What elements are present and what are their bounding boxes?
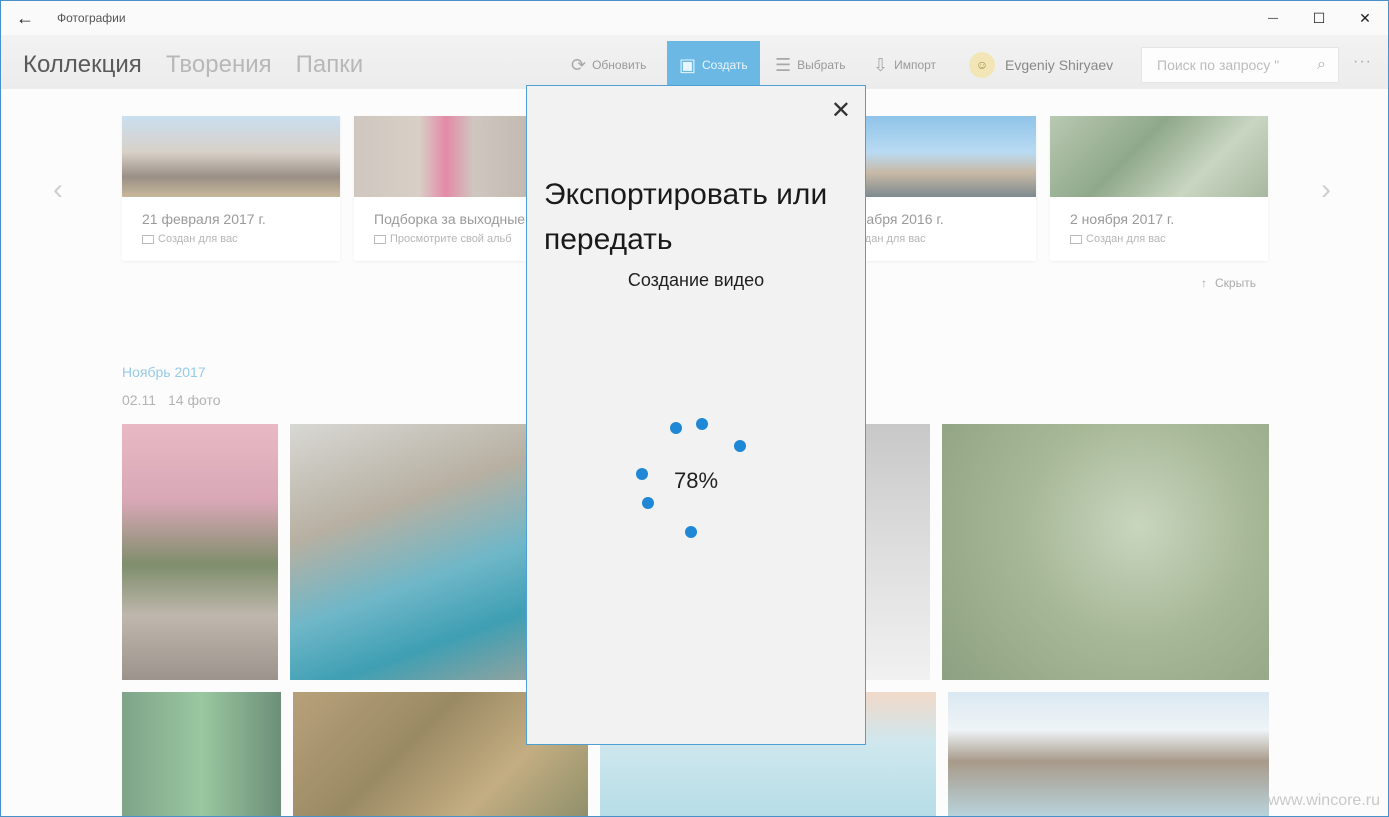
spinner-dot [734,440,746,452]
date-group-header: 02.11 14 фото [122,392,221,408]
arrow-up-icon: ↑ [1201,276,1207,290]
search-input[interactable]: Поиск по запросу " ⌕ [1141,47,1339,83]
minimize-button[interactable]: — [1250,1,1296,35]
album-subtitle-text: Создан для вас [1086,233,1166,245]
close-icon: ✕ [1359,9,1371,26]
search-icon[interactable]: ⌕ [1317,56,1326,74]
close-dialog-icon[interactable]: ✕ [831,96,851,125]
album-icon [1070,234,1082,244]
album-icon [142,234,154,244]
title-bar: ← Фотографии — ☐ ✕ [1,1,1388,35]
export-dialog: ✕ Экспортировать или передать Создание в… [526,85,866,745]
album-subtitle: Создан для вас [142,233,238,245]
month-heading[interactable]: Ноябрь 2017 [122,364,206,380]
spinner-dot [696,418,708,430]
command-bar: Коллекция Творения Папки ⟳ Обновить ▣ Со… [1,35,1388,89]
chevron-left-icon[interactable]: ‹ [53,173,63,207]
album-subtitle-text: Создан для вас [158,233,238,245]
user-name: Evgeniy Shiryaev [1005,57,1114,73]
album-thumbnail [122,116,340,197]
back-button[interactable]: ← [1,1,49,35]
window-controls: — ☐ ✕ [1250,1,1388,35]
photo-thumbnail[interactable] [290,424,526,680]
album-date: Подборка за выходные [374,211,526,227]
photo-count: 14 фото [168,392,221,408]
import-button[interactable]: ⇩ Импорт [873,41,936,89]
album-subtitle-text: Просмотрите свой альб [390,233,512,245]
minimize-icon: — [1268,12,1278,24]
select-label: Выбрать [797,58,846,72]
app-title: Фотографии [57,11,126,25]
tab-folders[interactable]: Папки [296,51,364,79]
album-card[interactable]: 21 февраля 2017 г. Создан для вас [122,116,340,261]
album-thumbnail [1050,116,1268,197]
album-subtitle: здан для вас [860,233,926,245]
album-card[interactable]: 2 ноября 2017 г. Создан для вас [1050,116,1268,261]
progress-percent: 78% [673,468,719,493]
photo-thumbnail[interactable] [122,692,281,816]
select-button[interactable]: ☰ Выбрать [775,41,845,89]
date-label: 02.11 [122,392,156,408]
refresh-icon: ⟳ [571,54,587,75]
album-icon [374,234,386,244]
close-window-button[interactable]: ✕ [1342,1,1388,35]
album-date: кабря 2016 г. [860,211,944,227]
back-arrow-icon: ← [16,7,34,28]
search-placeholder: Поиск по запросу " [1157,57,1280,73]
maximize-icon: ☐ [1312,9,1326,26]
photo-thumbnail[interactable] [122,424,278,680]
album-date: 2 ноября 2017 г. [1070,211,1175,227]
hide-label: Скрыть [1215,276,1256,290]
create-label: Создать [702,58,748,72]
tab-creations[interactable]: Творения [166,51,272,79]
chevron-right-icon[interactable]: › [1321,173,1331,207]
avatar: ☺ [969,52,995,78]
maximize-button[interactable]: ☐ [1296,1,1342,35]
account-button[interactable]: ☺ Evgeniy Shiryaev [969,41,1113,89]
album-date: 21 февраля 2017 г. [142,211,266,227]
album-subtitle: Просмотрите свой альб [374,233,512,245]
spinner-dot [685,526,697,538]
album-subtitle-text: здан для вас [860,233,926,245]
dialog-status: Создание видео [627,270,765,290]
album-subtitle: Создан для вас [1070,233,1166,245]
dialog-title: Экспортировать или передать [544,178,828,256]
import-icon: ⇩ [873,54,889,75]
spinner-dot [670,422,682,434]
photo-thumbnail[interactable] [866,424,930,680]
watermark: www.wincore.ru [1267,792,1380,809]
app-window: ← Фотографии — ☐ ✕ Коллекция Творения Па… [0,0,1389,817]
checklist-icon: ☰ [775,54,792,75]
photo-thumbnail[interactable] [948,692,1269,816]
refresh-label: Обновить [592,58,647,72]
create-button[interactable]: ▣ Создать [667,41,760,89]
tab-collection[interactable]: Коллекция [23,51,142,79]
import-label: Импорт [894,58,937,72]
photo-thumbnail[interactable] [942,424,1269,680]
nav-tabs: Коллекция Творения Папки [23,51,363,79]
refresh-button[interactable]: ⟳ Обновить [571,41,646,89]
hide-button[interactable]: ↑ Скрыть [1201,276,1256,290]
more-options-icon[interactable]: ··· [1353,53,1372,71]
slideshow-icon: ▣ [679,54,697,75]
spinner-dot [642,497,654,509]
